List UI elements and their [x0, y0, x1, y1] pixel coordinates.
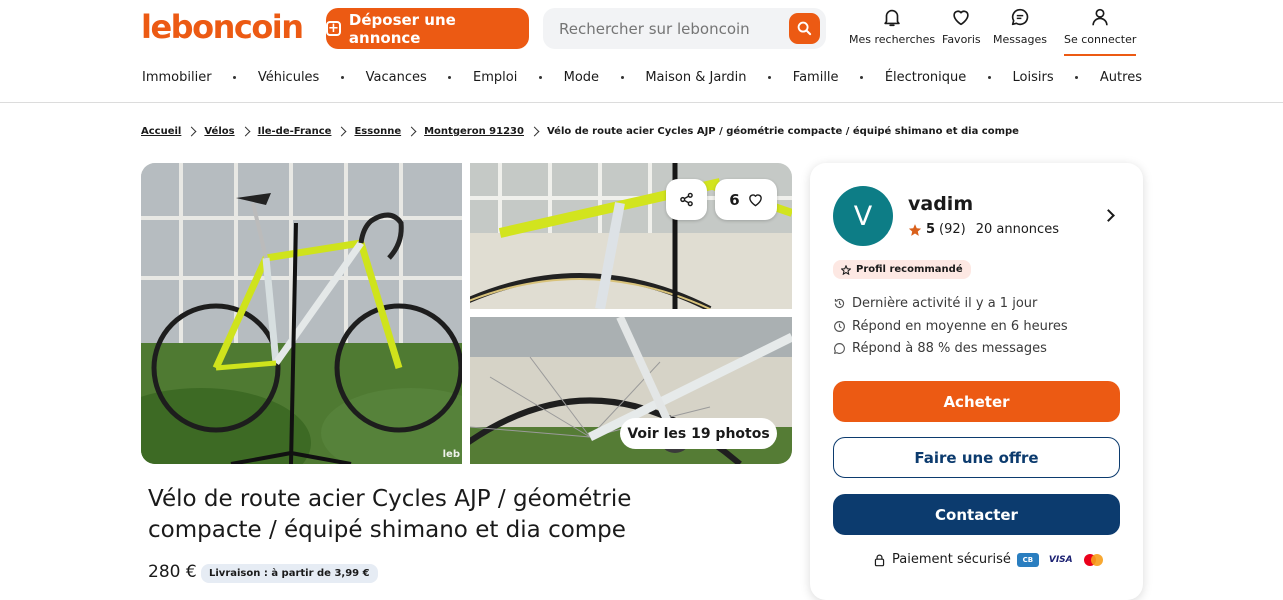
- category-link[interactable]: Autres: [1100, 70, 1142, 85]
- secure-payment: Paiement sécurisé CB VISA: [873, 552, 1105, 567]
- rating-score: 5: [926, 222, 936, 237]
- separator-dot: [987, 76, 991, 79]
- seller-card: V vadim 5 (92) 20 annonces Profil recomm…: [810, 163, 1143, 600]
- clock-icon: [834, 321, 845, 332]
- seller-ads-count: 20 annonces: [975, 222, 1059, 237]
- category-link[interactable]: Emploi: [473, 70, 517, 85]
- nav-my-searches-label: Mes recherches: [849, 33, 936, 46]
- nav-favorites-label: Favoris: [942, 33, 981, 46]
- last-activity-text: Dernière activité il y a 1 jour: [852, 296, 1038, 311]
- separator-dot: [1075, 76, 1079, 79]
- category-link[interactable]: Mode: [564, 70, 599, 85]
- heart-icon: [748, 193, 762, 206]
- breadcrumb-current: Vélo de route acier Cycles AJP / géométr…: [546, 126, 1019, 137]
- heart-icon: [953, 10, 969, 26]
- badge-label: Profil recommandé: [856, 264, 963, 275]
- response-time: Répond en moyenne en 6 heures: [833, 319, 1068, 334]
- seller-name[interactable]: vadim: [908, 193, 973, 215]
- view-all-photos-button[interactable]: Voir les 19 photos: [620, 418, 777, 449]
- search-input[interactable]: [559, 8, 784, 49]
- leboncoin-watermark: leb: [442, 449, 460, 460]
- star-outline-icon: [841, 264, 851, 275]
- photo-gallery: leb 6 Voir les 19 photos: [141, 163, 792, 464]
- lock-icon: [874, 554, 885, 566]
- history-icon: [834, 298, 845, 309]
- cb-card-icon: CB: [1016, 552, 1039, 567]
- chat-bubble-icon: [834, 343, 845, 354]
- seller-rating: 5 (92) 20 annonces: [908, 222, 1059, 237]
- category-link[interactable]: Véhicules: [258, 70, 320, 85]
- category-link[interactable]: Maison & Jardin: [645, 70, 746, 85]
- separator-dot: [768, 76, 772, 79]
- chevron-right-icon: [240, 126, 251, 137]
- breadcrumb: Accueil Vélos Ile-de-France Essonne Mont…: [141, 126, 1019, 137]
- search-bar: [543, 8, 826, 49]
- ad-price: 280 €: [148, 562, 197, 582]
- visa-card-icon: VISA: [1048, 554, 1073, 565]
- separator-dot: [340, 76, 344, 79]
- response-rate-text: Répond à 88 % des messages: [852, 341, 1047, 356]
- breadcrumb-link[interactable]: Accueil: [141, 126, 181, 137]
- ad-title: Vélo de route acier Cycles AJP / géométr…: [148, 486, 632, 543]
- response-rate: Répond à 88 % des messages: [833, 341, 1047, 356]
- recommended-profile-badge: Profil recommandé: [833, 260, 971, 279]
- breadcrumb-link[interactable]: Vélos: [204, 126, 234, 137]
- nav-login[interactable]: Se connecter: [1064, 6, 1137, 56]
- nav-my-searches[interactable]: Mes recherches: [849, 6, 935, 56]
- category-link[interactable]: Loisirs: [1013, 70, 1054, 85]
- separator-dot: [538, 76, 542, 79]
- chevron-right-icon: [186, 126, 197, 137]
- post-ad-button[interactable]: + Déposer une annonce: [326, 8, 529, 49]
- last-activity: Dernière activité il y a 1 jour: [833, 296, 1037, 311]
- post-ad-label: Déposer une annonce: [348, 10, 456, 47]
- plus-icon: +: [326, 21, 341, 36]
- buy-button[interactable]: Acheter: [833, 381, 1120, 422]
- separator-dot: [620, 76, 624, 79]
- bell-icon: [884, 9, 900, 27]
- make-offer-button[interactable]: Faire une offre: [833, 437, 1120, 478]
- mastercard-icon: [1083, 553, 1105, 567]
- site-header: leboncoin + Déposer une annonce Mes rech…: [0, 0, 1283, 103]
- search-icon: [797, 21, 812, 36]
- seller-avatar[interactable]: V: [833, 186, 893, 246]
- leboncoin-logo[interactable]: leboncoin: [141, 8, 304, 46]
- breadcrumb-link[interactable]: Essonne: [354, 126, 401, 137]
- secure-payment-label: Paiement sécurisé: [892, 552, 1011, 567]
- search-button[interactable]: [789, 13, 820, 44]
- nav-login-label: Se connecter: [1064, 33, 1137, 46]
- contact-button[interactable]: Contacter: [833, 494, 1120, 535]
- separator-dot: [233, 76, 237, 79]
- star-icon: [908, 223, 922, 236]
- main-photo[interactable]: leb: [141, 163, 462, 464]
- separator-dot: [860, 76, 864, 79]
- breadcrumb-link[interactable]: Ile-de-France: [258, 126, 332, 137]
- chat-bubble-icon: [1011, 8, 1029, 26]
- delivery-badge: Livraison : à partir de 3,99 €: [201, 564, 378, 583]
- nav-messages-label: Messages: [993, 33, 1047, 46]
- user-icon: [1092, 8, 1108, 26]
- favorite-count: 6: [729, 190, 740, 209]
- breadcrumb-link[interactable]: Montgeron 91230: [424, 126, 524, 137]
- chevron-right-icon: [529, 126, 540, 137]
- category-link[interactable]: Famille: [793, 70, 839, 85]
- rating-count: (92): [939, 222, 966, 237]
- nav-messages[interactable]: Messages: [993, 6, 1047, 56]
- bike-photo-main: [141, 163, 462, 464]
- share-icon: [680, 192, 693, 207]
- category-link[interactable]: Électronique: [885, 70, 966, 85]
- separator-dot: [448, 76, 452, 79]
- chevron-right-icon[interactable]: [1102, 209, 1115, 222]
- category-link[interactable]: Immobilier: [142, 70, 212, 85]
- favorite-button[interactable]: 6: [715, 179, 777, 220]
- category-menu: Immobilier Véhicules Vacances Emploi Mod…: [142, 70, 1142, 85]
- category-link[interactable]: Vacances: [366, 70, 427, 85]
- chevron-right-icon: [406, 126, 417, 137]
- response-time-text: Répond en moyenne en 6 heures: [852, 319, 1068, 334]
- share-button[interactable]: [666, 179, 707, 220]
- nav-favorites[interactable]: Favoris: [942, 6, 981, 56]
- chevron-right-icon: [337, 126, 347, 137]
